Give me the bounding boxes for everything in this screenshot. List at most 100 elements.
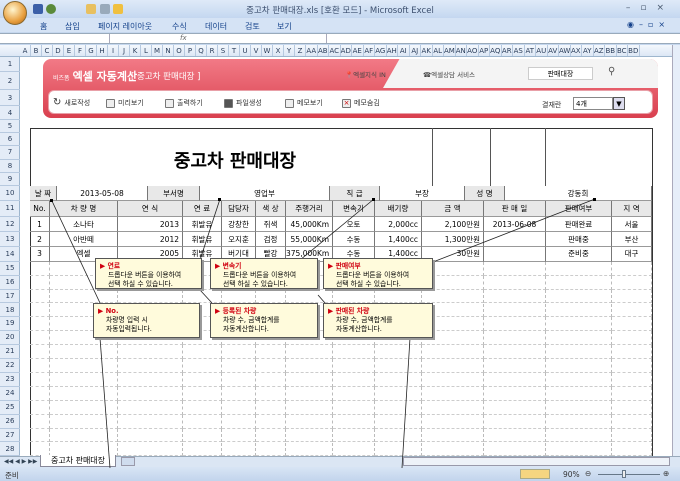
empty-cell[interactable] — [422, 386, 484, 401]
empty-cell[interactable] — [612, 317, 652, 332]
column-header[interactable]: AR — [502, 45, 513, 56]
new-button[interactable]: ↻ 새로작성 — [53, 96, 90, 110]
empty-cell[interactable] — [256, 400, 286, 415]
column-header[interactable]: AY — [582, 45, 594, 56]
column-header[interactable]: AL — [433, 45, 444, 56]
column-title[interactable]: 지 역 — [612, 201, 652, 217]
column-header[interactable]: AT — [525, 45, 536, 56]
empty-cell[interactable] — [256, 373, 286, 387]
insert-sheet-icon[interactable] — [121, 457, 135, 466]
horizontal-scrollbar[interactable] — [403, 457, 670, 466]
empty-cell[interactable] — [222, 414, 256, 429]
row-header[interactable]: 24 — [0, 387, 20, 401]
empty-cell[interactable] — [612, 331, 652, 346]
record-cell[interactable]: 판매중 — [546, 232, 612, 247]
empty-cell[interactable] — [286, 400, 333, 415]
empty-cell[interactable] — [30, 442, 50, 456]
row-header[interactable]: 4 — [0, 106, 20, 120]
empty-cell[interactable] — [422, 373, 484, 387]
column-header[interactable]: AG — [375, 45, 387, 56]
record-cell[interactable] — [484, 232, 546, 247]
empty-cell[interactable] — [375, 428, 422, 443]
info-label[interactable]: 날 짜 — [30, 186, 57, 201]
sheet-tab[interactable]: 중고차 판매대장 — [40, 455, 116, 467]
column-header[interactable]: V — [251, 45, 262, 56]
column-header[interactable]: T — [229, 45, 240, 56]
approval-select[interactable]: 4개 — [573, 97, 613, 110]
info-label[interactable]: 부서명 — [148, 186, 200, 201]
empty-cell[interactable] — [333, 373, 375, 387]
empty-cell[interactable] — [50, 345, 118, 360]
row-header[interactable]: 10 — [0, 186, 20, 201]
record-cell[interactable]: 45,000Km — [286, 216, 333, 232]
empty-cell[interactable] — [256, 289, 286, 304]
row-header[interactable]: 9 — [0, 173, 20, 186]
column-header[interactable]: AI — [398, 45, 410, 56]
empty-cell[interactable] — [422, 428, 484, 443]
column-header[interactable]: AF — [364, 45, 375, 56]
empty-cell[interactable] — [118, 289, 183, 304]
row-header[interactable]: 28 — [0, 443, 20, 457]
empty-cell[interactable] — [222, 289, 256, 304]
column-header[interactable]: N — [163, 45, 174, 56]
empty-cell[interactable] — [183, 414, 222, 429]
column-header[interactable]: G — [86, 45, 97, 56]
empty-cell[interactable] — [375, 400, 422, 415]
column-title[interactable]: 판 매 일 — [484, 201, 546, 217]
empty-cell[interactable] — [118, 359, 183, 373]
column-header[interactable]: M — [152, 45, 163, 56]
empty-cell[interactable] — [183, 373, 222, 387]
tab-home[interactable]: 홈 — [40, 21, 47, 32]
empty-cell[interactable] — [30, 345, 50, 360]
row-header[interactable]: 26 — [0, 415, 20, 429]
create-file-button[interactable]: 파일생성 — [224, 96, 262, 110]
empty-cell[interactable] — [30, 428, 50, 443]
record-cell[interactable]: 부산 — [612, 232, 652, 247]
empty-cell[interactable] — [30, 303, 50, 318]
empty-cell[interactable] — [222, 442, 256, 456]
row-header[interactable]: 25 — [0, 401, 20, 415]
empty-cell[interactable] — [612, 414, 652, 429]
column-header[interactable]: H — [97, 45, 108, 56]
empty-cell[interactable] — [183, 428, 222, 443]
record-cell[interactable]: 2013-06-08 — [484, 216, 546, 232]
link-excel-consult[interactable]: ☎엑셀상담 서비스 — [423, 69, 475, 79]
empty-cell[interactable] — [422, 414, 484, 429]
empty-cell[interactable] — [612, 400, 652, 415]
row-header[interactable]: 17 — [0, 290, 20, 304]
record-cell[interactable]: 소나타 — [50, 216, 118, 232]
empty-cell[interactable] — [183, 442, 222, 456]
print-button[interactable]: 출력하기 — [165, 96, 203, 110]
empty-cell[interactable] — [30, 331, 50, 346]
empty-cell[interactable] — [333, 442, 375, 456]
zoom-in-icon[interactable]: ⊕ — [663, 469, 669, 478]
row-header[interactable]: 18 — [0, 304, 20, 318]
empty-cell[interactable] — [484, 373, 546, 387]
comment-box[interactable]: 등록된 차량차량 수, 금액합계를자동계산합니다. — [210, 303, 318, 338]
empty-cell[interactable] — [333, 400, 375, 415]
record-cell[interactable]: 수동 — [333, 232, 375, 247]
empty-cell[interactable] — [118, 345, 183, 360]
empty-cell[interactable] — [118, 414, 183, 429]
comment-box[interactable]: 변속기드롭다운 버튼을 이용하여선택 하실 수 있습니다. — [210, 258, 318, 289]
tab-insert[interactable]: 삽입 — [65, 21, 80, 32]
row-header[interactable]: 2 — [0, 72, 20, 90]
comment-box[interactable]: 판매여부드롭다운 버튼을 이용하여선택 하실 수 있습니다. — [323, 258, 433, 289]
empty-cell[interactable] — [484, 386, 546, 401]
empty-cell[interactable] — [183, 386, 222, 401]
comment-box[interactable]: No.차량명 입력 시자동입력됩니다. — [93, 303, 200, 338]
empty-cell[interactable] — [375, 442, 422, 456]
row-header[interactable]: 8 — [0, 160, 20, 173]
empty-cell[interactable] — [422, 289, 484, 304]
column-header[interactable]: AP — [479, 45, 490, 56]
record-cell[interactable]: 강창한 — [222, 216, 256, 232]
comment-box[interactable]: 판매된 차량차량 수, 금액합계를자동계산합니다. — [323, 303, 433, 338]
empty-cell[interactable] — [30, 275, 50, 290]
approval-box[interactable] — [545, 128, 652, 186]
name-box[interactable] — [2, 34, 110, 43]
record-cell[interactable]: 1 — [30, 216, 50, 232]
column-header[interactable]: AC — [329, 45, 341, 56]
empty-cell[interactable] — [546, 373, 612, 387]
window-controls[interactable]: –▫× — [626, 3, 674, 13]
column-header[interactable]: AX — [571, 45, 582, 56]
